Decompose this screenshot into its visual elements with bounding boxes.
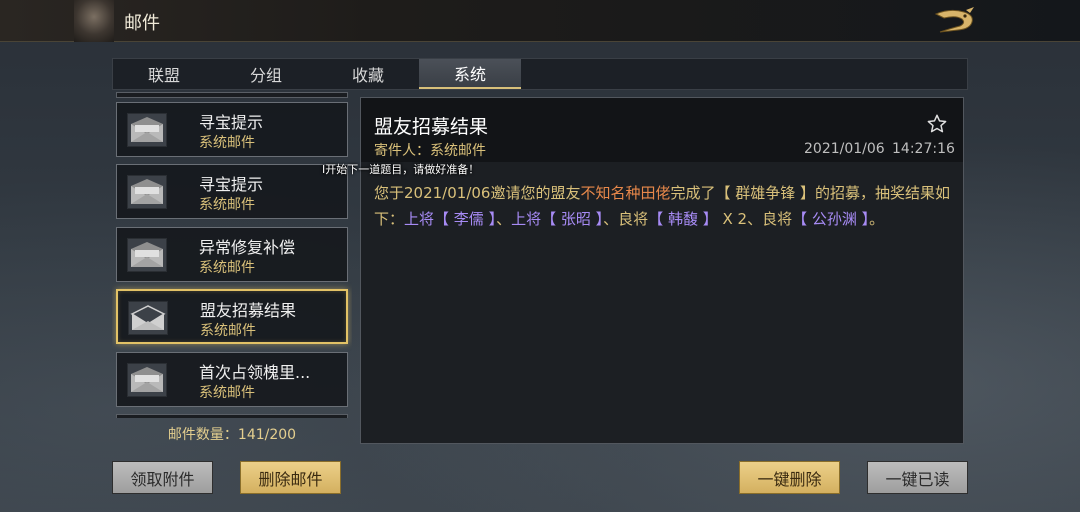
mail-list-item[interactable]: 寻宝提示 系统邮件 xyxy=(116,102,348,157)
separator: 、 xyxy=(747,210,763,228)
claim-attachments-button[interactable]: 领取附件 xyxy=(112,461,213,494)
tab-alliance[interactable]: 联盟 xyxy=(113,59,215,89)
body-end: 。 xyxy=(869,210,885,228)
hero-rank: 上将 xyxy=(404,210,435,228)
mail-date: 2021/01/06 xyxy=(804,141,885,157)
tab-system[interactable]: 系统 xyxy=(419,59,521,89)
mail-detail-title: 盟友招募结果 xyxy=(374,116,489,138)
mail-sender: 系统邮件 xyxy=(199,260,255,276)
hero-name: 【 张昭 】 xyxy=(541,210,604,228)
hero-rank: 良将 xyxy=(618,210,649,228)
mail-title: 寻宝提示 xyxy=(199,175,264,194)
tab-group[interactable]: 分组 xyxy=(215,59,317,89)
mail-body: 您于2021/01/06邀请您的盟友不知名种田佬完成了【 群雄争锋 】的招募，抽… xyxy=(374,180,954,232)
mail-time: 14:27:16 xyxy=(892,141,955,157)
mail-title: 首次占领槐里... xyxy=(199,363,311,382)
mail-sender: 系统邮件 xyxy=(199,385,255,401)
mail-open-envelope-icon xyxy=(128,301,168,335)
list-item-partial[interactable] xyxy=(116,414,348,418)
separator: 、 xyxy=(603,210,619,228)
mail-list-item[interactable]: 异常修复补偿 系统邮件 xyxy=(116,227,348,282)
mail-tabs: 联盟 分组 收藏 系统 xyxy=(112,58,968,90)
hero-name: 【 公孙渊 】 xyxy=(792,210,870,228)
favorite-star-icon[interactable] xyxy=(925,112,949,136)
mail-envelope-icon xyxy=(127,175,167,209)
mail-list-item[interactable]: 首次占领槐里... 系统邮件 xyxy=(116,352,348,407)
mail-detail-sender: 寄件人：系统邮件 xyxy=(374,143,486,159)
list-item-partial[interactable] xyxy=(116,92,348,98)
mail-sender: 系统邮件 xyxy=(200,323,256,339)
body-text: 您于2021/01/06邀请您的盟友 xyxy=(374,184,581,202)
delete-all-button[interactable]: 一键删除 xyxy=(739,461,840,494)
mail-count: 邮件数量：141/200 xyxy=(167,427,297,443)
hero-rank: 良将 xyxy=(762,210,793,228)
mail-title: 异常修复补偿 xyxy=(199,238,296,257)
mail-list-item[interactable]: 寻宝提示 系统邮件 xyxy=(116,164,348,219)
hero-name: 【 李儒 】 xyxy=(434,210,497,228)
mail-list-item-selected[interactable]: 盟友招募结果 系统邮件 xyxy=(116,289,348,344)
mail-envelope-icon xyxy=(127,113,167,147)
mail-detail-header: 盟友招募结果 寄件人：系统邮件 2021/01/06 14:27:16 xyxy=(361,98,963,162)
delete-mail-button[interactable]: 删除邮件 xyxy=(240,461,341,494)
mail-envelope-icon xyxy=(127,363,167,397)
read-all-button[interactable]: 一键已读 xyxy=(867,461,968,494)
mail-envelope-icon xyxy=(127,238,167,272)
tab-favorites[interactable]: 收藏 xyxy=(317,59,419,89)
page-title: 邮件 xyxy=(124,13,160,34)
toast-message: I开始下一道题目，请做好准备！ xyxy=(322,163,480,176)
mail-list[interactable]: 寻宝提示 系统邮件 寻宝提示 系统邮件 异常修复补偿 系统邮件 盟友招募结果 系… xyxy=(112,92,352,418)
mail-sender: 系统邮件 xyxy=(199,135,255,151)
hero-name: 【 韩馥 】 xyxy=(648,210,718,228)
hero-multiplier: X 2 xyxy=(717,210,748,228)
mail-sender: 系统邮件 xyxy=(199,197,255,213)
separator: 、 xyxy=(496,210,512,228)
mail-detail-panel: 盟友招募结果 寄件人：系统邮件 2021/01/06 14:27:16 您于20… xyxy=(360,97,964,444)
ally-name: 不知名种田佬 xyxy=(580,184,671,202)
back-dragon-icon[interactable] xyxy=(928,4,982,38)
mail-title: 盟友招募结果 xyxy=(200,301,297,320)
mail-title: 寻宝提示 xyxy=(199,113,264,132)
top-bar: 邮件 xyxy=(0,0,1080,42)
commander-portrait xyxy=(74,0,114,42)
hero-rank: 上将 xyxy=(511,210,542,228)
